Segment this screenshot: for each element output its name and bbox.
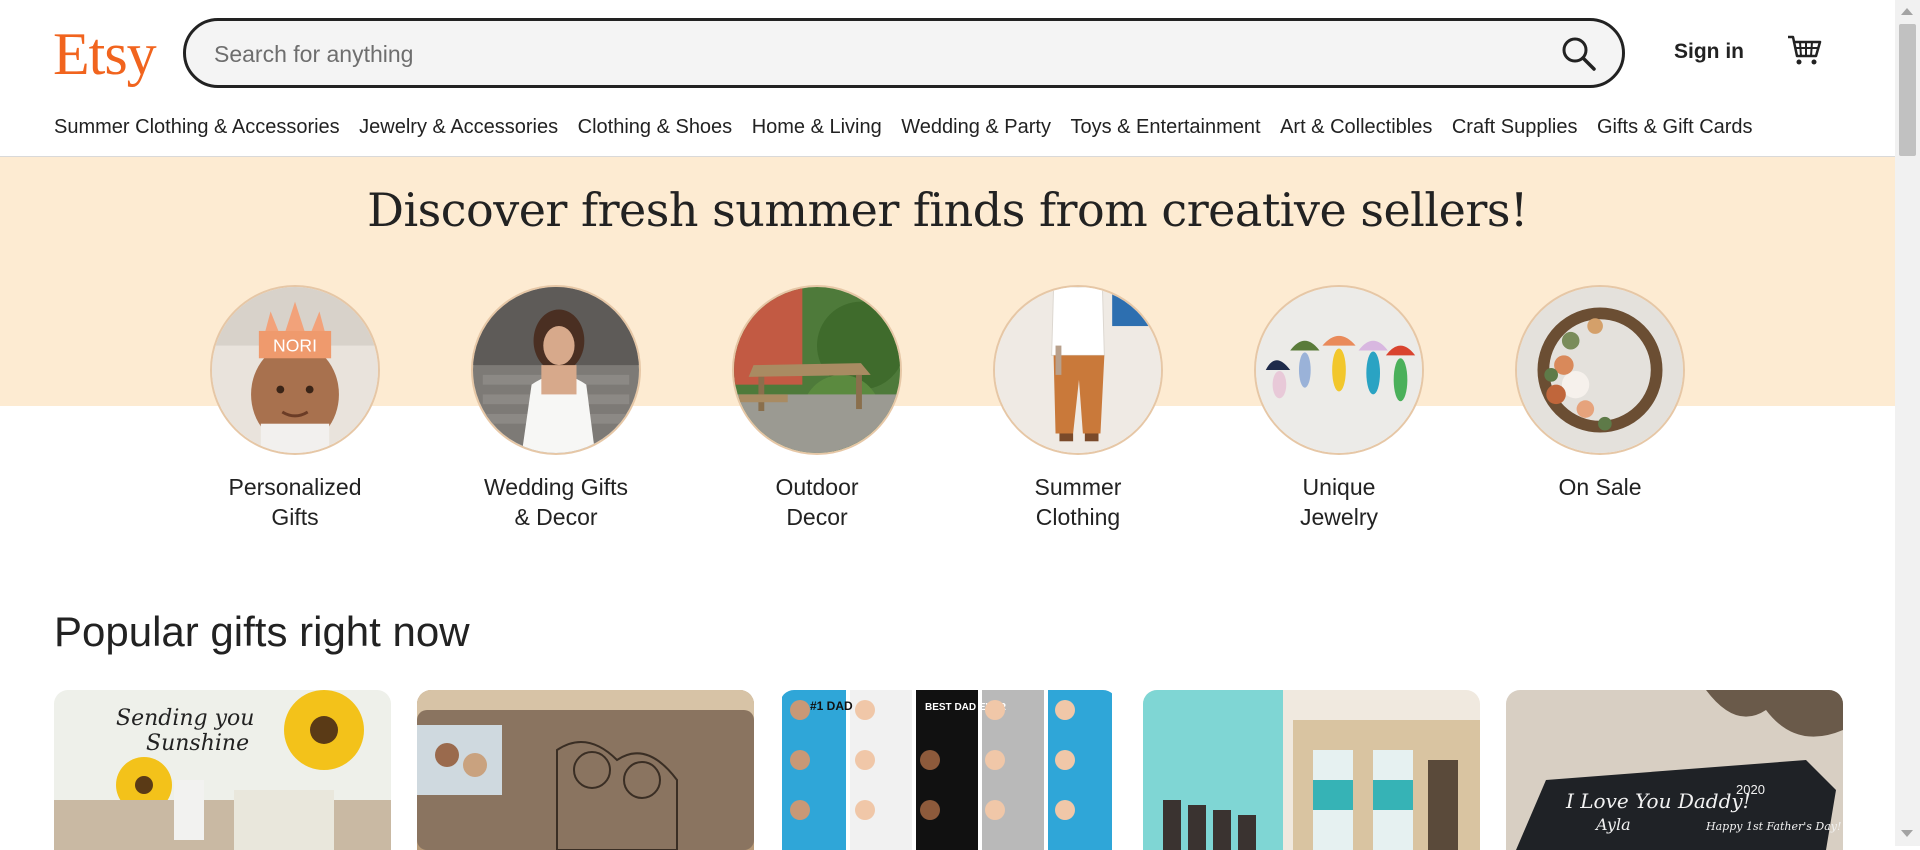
product-card[interactable] xyxy=(417,690,754,850)
product-image: #1 DAD BEST DAD EVER xyxy=(780,690,1117,850)
svg-text:I Love You Daddy!: I Love You Daddy! xyxy=(1565,789,1751,813)
category-image xyxy=(1515,285,1685,455)
category-image xyxy=(732,285,902,455)
cart-button[interactable] xyxy=(1786,32,1822,68)
product-image xyxy=(417,690,754,850)
scroll-up-icon[interactable] xyxy=(1901,8,1913,15)
category-label: Outdoor Decor xyxy=(775,474,859,530)
etsy-logo[interactable]: Etsy xyxy=(53,14,157,94)
sign-in-link[interactable]: Sign in xyxy=(1674,40,1744,64)
svg-text:#1 DAD: #1 DAD xyxy=(810,699,853,713)
category-label: Personalized Gifts xyxy=(228,474,362,530)
search-button[interactable] xyxy=(1558,33,1600,75)
category-wedding-gifts[interactable]: Wedding Gifts & Decor xyxy=(456,285,656,532)
search-bar xyxy=(183,18,1625,88)
search-input[interactable] xyxy=(212,21,1516,87)
nav-item-toys[interactable]: Toys & Entertainment xyxy=(1070,112,1260,142)
svg-text:NORI: NORI xyxy=(273,335,317,355)
search-icon xyxy=(1562,37,1596,71)
nav-item-gifts[interactable]: Gifts & Gift Cards xyxy=(1597,112,1753,142)
product-image: Sending you Sunshine xyxy=(54,690,391,850)
svg-text:Ayla: Ayla xyxy=(1594,815,1631,834)
category-label: On Sale xyxy=(1558,474,1642,500)
category-outdoor-decor[interactable]: Outdoor Decor xyxy=(717,285,917,532)
category-personalized-gifts[interactable]: NORI Personalized Gifts xyxy=(195,285,395,532)
category-image xyxy=(1254,285,1424,455)
nav-item-summer-clothing[interactable]: Summer Clothing & Accessories xyxy=(54,112,340,142)
nav-item-wedding-party[interactable]: Wedding & Party xyxy=(901,112,1051,142)
svg-text:2020: 2020 xyxy=(1736,782,1765,797)
nav-item-jewelry[interactable]: Jewelry & Accessories xyxy=(359,112,558,142)
category-label: Wedding Gifts & Decor xyxy=(483,474,629,530)
scroll-down-icon[interactable] xyxy=(1901,830,1913,837)
category-summer-clothing[interactable]: Summer Clothing xyxy=(978,285,1178,532)
cart-icon xyxy=(1788,35,1822,65)
product-card[interactable]: #1 DAD BEST DAD EVER xyxy=(780,690,1117,850)
product-image: I Love You Daddy! Ayla 2020 Happy 1st Fa… xyxy=(1506,690,1843,850)
category-label: Summer Clothing xyxy=(1034,474,1122,530)
category-nav: Summer Clothing & Accessories Jewelry & … xyxy=(54,112,1772,142)
nav-item-craft-supplies[interactable]: Craft Supplies xyxy=(1452,112,1578,142)
product-card[interactable]: Sending you Sunshine xyxy=(54,690,391,850)
nav-item-art[interactable]: Art & Collectibles xyxy=(1280,112,1432,142)
section-title-popular-gifts: Popular gifts right now xyxy=(54,608,470,655)
category-image: NORI xyxy=(210,285,380,455)
product-image xyxy=(1143,690,1480,850)
nav-item-clothing-shoes[interactable]: Clothing & Shoes xyxy=(578,112,733,142)
nav-item-home-living[interactable]: Home & Living xyxy=(752,112,882,142)
scrollbar-thumb[interactable] xyxy=(1899,24,1916,156)
svg-text:Sunshine: Sunshine xyxy=(146,731,249,756)
category-unique-jewelry[interactable]: Unique Jewelry xyxy=(1239,285,1439,532)
hero-title: Discover fresh summer finds from creativ… xyxy=(367,183,1528,237)
category-image xyxy=(993,285,1163,455)
svg-text:Sending you: Sending you xyxy=(116,706,254,731)
category-image xyxy=(471,285,641,455)
product-card[interactable] xyxy=(1143,690,1480,850)
category-label: Unique Jewelry xyxy=(1300,474,1378,530)
category-on-sale[interactable]: On Sale xyxy=(1500,285,1700,502)
product-card[interactable]: I Love You Daddy! Ayla 2020 Happy 1st Fa… xyxy=(1506,690,1843,850)
svg-text:Happy 1st Father's Day!: Happy 1st Father's Day! xyxy=(1705,820,1841,833)
